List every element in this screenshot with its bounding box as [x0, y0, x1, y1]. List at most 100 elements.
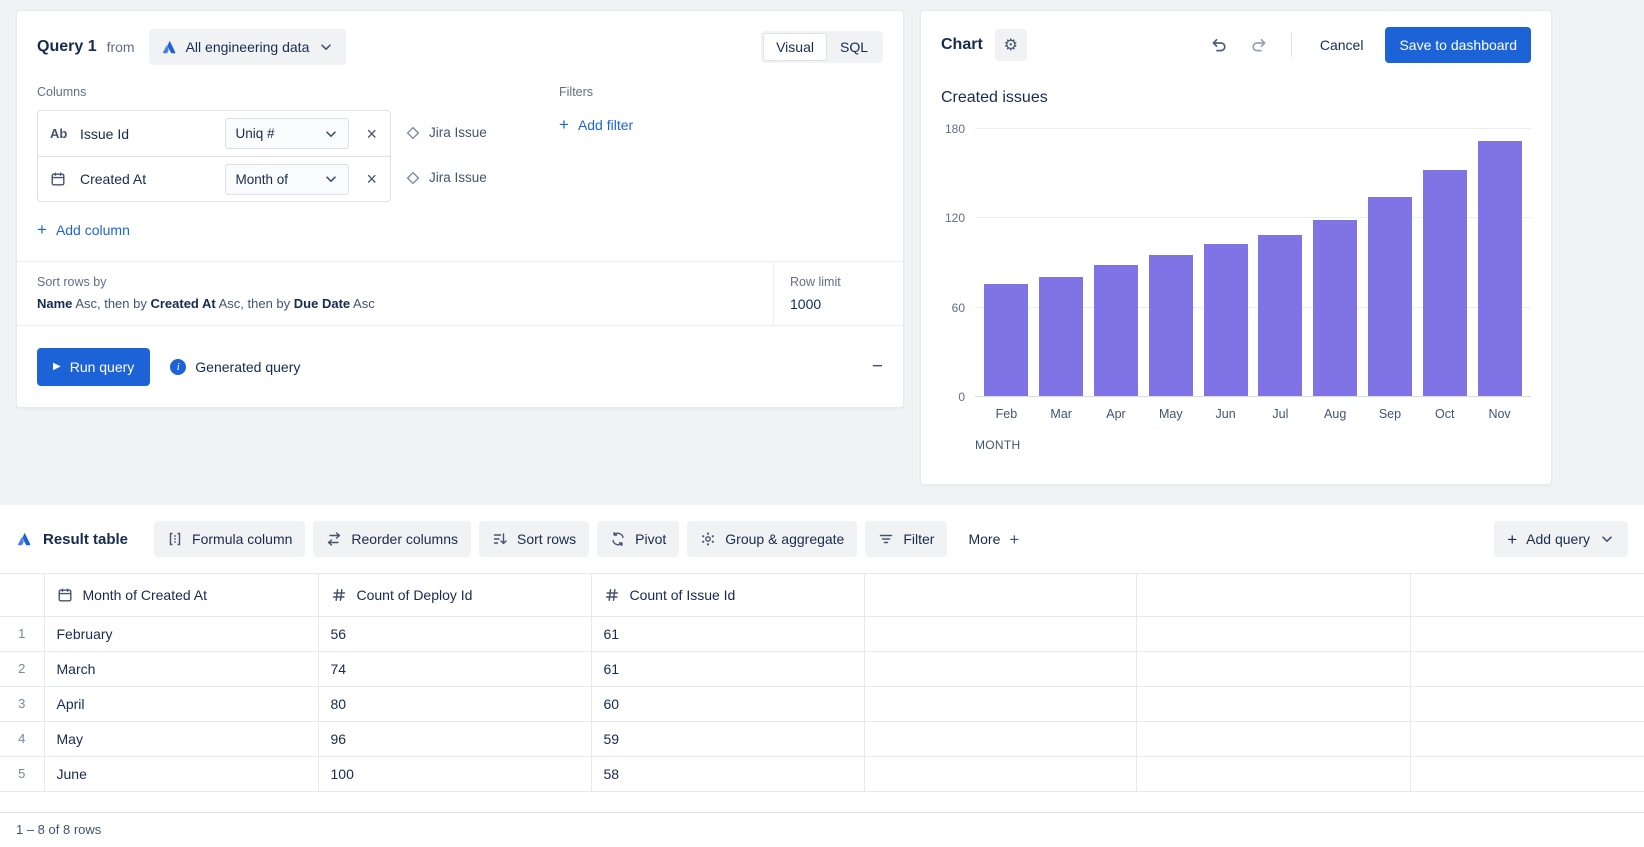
remove-column-button[interactable]: ×	[359, 168, 384, 190]
info-icon: i	[170, 359, 186, 375]
toolbar-button-label: Reorder columns	[351, 531, 458, 547]
add-column-button[interactable]: + Add column	[37, 217, 130, 242]
generated-query-toggle[interactable]: i Generated query	[170, 359, 300, 375]
hash-icon	[331, 587, 347, 603]
x-tick-label: Apr	[1089, 407, 1144, 421]
table-cell[interactable]: 96	[318, 721, 591, 756]
query-title: Query 1	[37, 38, 97, 56]
aggregation-select[interactable]: Month of	[225, 164, 349, 195]
aggregation-select[interactable]: Uniq #	[225, 118, 349, 149]
table-cell[interactable]: June	[44, 756, 318, 791]
y-tick-label: 180	[945, 122, 965, 136]
atlassian-logo-icon	[16, 531, 32, 547]
bar-jun[interactable]	[1204, 244, 1248, 396]
bar-jul[interactable]	[1258, 235, 1302, 396]
jira-issue-icon	[405, 125, 421, 141]
bar-aug[interactable]	[1313, 220, 1357, 396]
query-builder-panel: Query 1 from All engineering data Visual…	[16, 10, 904, 408]
sort-description: Name Asc, then by Created At Asc, then b…	[37, 296, 753, 311]
table-cell[interactable]: 58	[591, 756, 864, 791]
column-source-label: Jira Issue	[429, 125, 487, 140]
result-table: Month of Created AtCount of Deploy IdCou…	[0, 574, 1644, 792]
filter-button[interactable]: Filter	[865, 521, 947, 557]
table-cell[interactable]: 56	[318, 616, 591, 651]
redo-button[interactable]	[1245, 31, 1273, 59]
empty-cell	[864, 686, 1136, 721]
table-cell[interactable]: 59	[591, 721, 864, 756]
group-aggregate-icon	[700, 531, 716, 547]
row-number: 2	[0, 651, 44, 686]
empty-cell	[864, 651, 1136, 686]
run-query-button[interactable]: ▶ Run query	[37, 348, 150, 386]
calendar-icon	[57, 587, 73, 603]
x-tick-label: Jun	[1198, 407, 1253, 421]
bar-sep[interactable]	[1368, 197, 1412, 397]
column-header[interactable]: Count of Deploy Id	[318, 574, 591, 616]
collapse-panel-button[interactable]: −	[872, 356, 883, 378]
table-cell[interactable]: 61	[591, 651, 864, 686]
empty-column-header	[864, 574, 1136, 616]
table-cell[interactable]: February	[44, 616, 318, 651]
bar-feb[interactable]	[984, 284, 1028, 396]
result-table-wrap[interactable]: Month of Created AtCount of Deploy IdCou…	[0, 573, 1644, 812]
bar-nov[interactable]	[1478, 141, 1522, 396]
pivot-button[interactable]: Pivot	[597, 521, 679, 557]
x-tick-label: Nov	[1472, 407, 1527, 421]
table-row: 2March7461	[0, 651, 1644, 686]
more-button[interactable]: More+	[955, 521, 1032, 557]
group-aggregate-button[interactable]: Group & aggregate	[687, 521, 857, 557]
bar-apr[interactable]	[1094, 265, 1138, 396]
bar-slot	[1417, 170, 1472, 396]
column-header[interactable]: Count of Issue Id	[591, 574, 864, 616]
tab-sql[interactable]: SQL	[827, 33, 881, 61]
bar-mar[interactable]	[1039, 277, 1083, 396]
chart-plot	[975, 129, 1531, 397]
row-number: 4	[0, 721, 44, 756]
sort-rows-button[interactable]: Sort rows	[479, 521, 589, 557]
result-table-title: Result table	[43, 531, 128, 548]
add-query-button[interactable]: + Add query	[1494, 521, 1628, 557]
result-toolbar-buttons: Formula column Reorder columns Sort rowsPi…	[154, 521, 1032, 557]
sort-rows-icon	[492, 531, 508, 547]
sort-field: Name	[37, 296, 72, 311]
query-columns-list: AbIssue IdUniq #×Created AtMonth of×	[37, 110, 391, 202]
sort-rows-label: Sort rows by	[37, 275, 753, 289]
chart-panel: Chart ⚙ Cancel Save to dashboard Created…	[920, 10, 1552, 485]
row-number: 1	[0, 616, 44, 651]
query-panel-body: Columns AbIssue IdUniq #×Created AtMonth…	[17, 65, 903, 242]
x-axis-title: MONTH	[975, 438, 1531, 452]
empty-cell	[864, 756, 1136, 791]
formula-column-button[interactable]: Formula column	[154, 521, 305, 557]
table-cell[interactable]: 60	[591, 686, 864, 721]
table-cell[interactable]: May	[44, 721, 318, 756]
save-to-dashboard-button[interactable]: Save to dashboard	[1385, 27, 1531, 63]
empty-cell	[1136, 616, 1410, 651]
plus-icon: +	[37, 221, 47, 238]
add-filter-button[interactable]: + Add filter	[559, 112, 633, 137]
plus-icon: +	[1507, 531, 1517, 548]
row-limit-section[interactable]: Row limit 1000	[773, 262, 903, 325]
sort-rows-section[interactable]: Sort rows by Name Asc, then by Created A…	[17, 262, 773, 325]
undo-button[interactable]	[1205, 31, 1233, 59]
tab-visual[interactable]: Visual	[763, 33, 827, 61]
formula-column-icon	[167, 531, 183, 547]
table-cell[interactable]: 74	[318, 651, 591, 686]
reorder-columns-button[interactable]: Reorder columns	[313, 521, 471, 557]
table-cell[interactable]: 100	[318, 756, 591, 791]
cancel-button[interactable]: Cancel	[1310, 31, 1374, 59]
table-cell[interactable]: April	[44, 686, 318, 721]
table-cell[interactable]: 61	[591, 616, 864, 651]
table-cell[interactable]: March	[44, 651, 318, 686]
column-source: Jira Issue	[405, 110, 487, 155]
bar-may[interactable]	[1149, 255, 1193, 396]
empty-column-header	[1410, 574, 1644, 616]
column-header[interactable]: Month of Created At	[44, 574, 318, 616]
chart-settings-button[interactable]: ⚙	[995, 29, 1027, 61]
bar-oct[interactable]	[1423, 170, 1467, 396]
hash-icon	[604, 587, 620, 603]
pivot-icon	[610, 531, 626, 547]
gridline	[975, 128, 1531, 129]
table-cell[interactable]: 80	[318, 686, 591, 721]
data-source-dropdown[interactable]: All engineering data	[149, 29, 347, 65]
remove-column-button[interactable]: ×	[359, 123, 384, 145]
